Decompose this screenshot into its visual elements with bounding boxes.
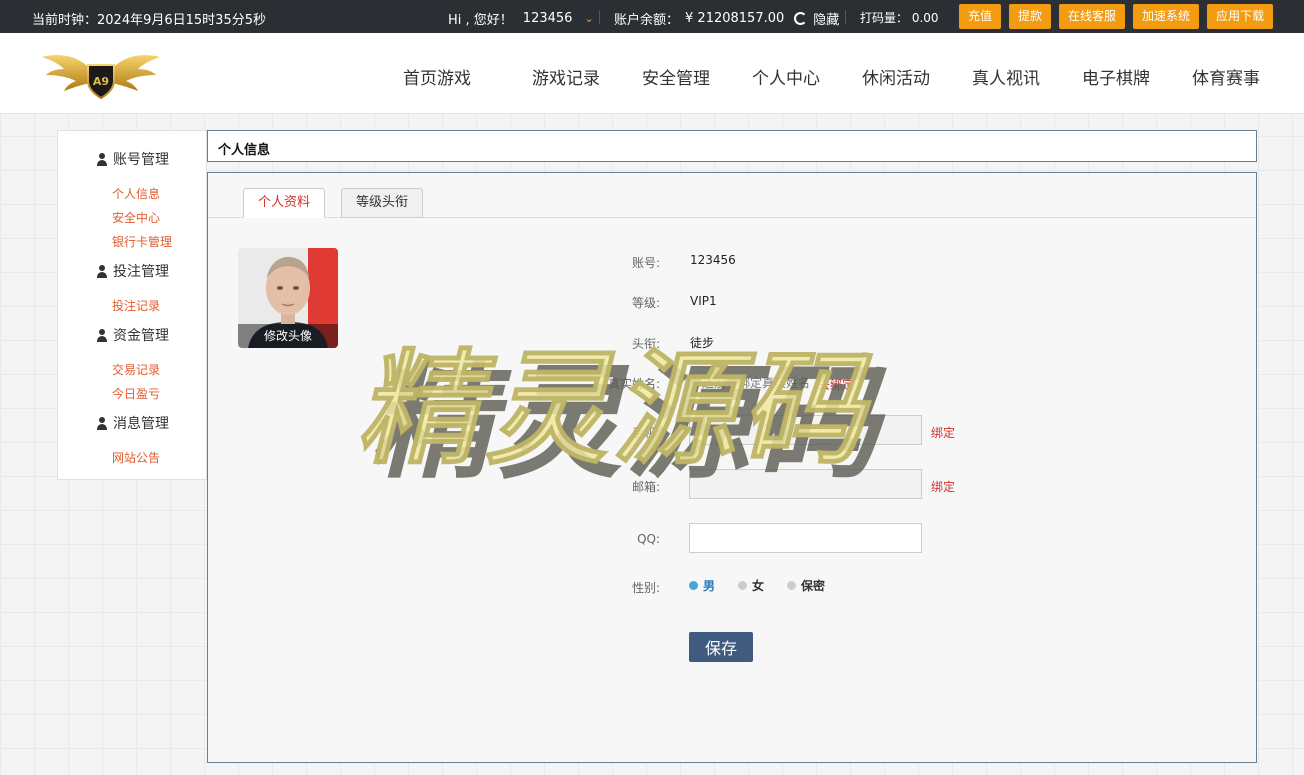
- sidebar-item-personal-info[interactable]: 个人信息: [112, 185, 160, 202]
- accelerate-button[interactable]: 加速系统: [1133, 4, 1200, 29]
- sidebar-group-betting: 投注管理: [96, 261, 169, 281]
- sidebar-item-transactions[interactable]: 交易记录: [112, 361, 160, 378]
- chevron-down-icon[interactable]: ⌄: [584, 12, 593, 25]
- online-service-button[interactable]: 在线客服: [1059, 4, 1126, 29]
- gender-radio-male[interactable]: 男: [689, 577, 715, 594]
- section-title-bar: 个人信息: [207, 130, 1257, 162]
- phone-label: 手机:: [631, 426, 660, 440]
- top-actions: 充值 提款 在线客服 加速系统 应用下载: [959, 4, 1274, 29]
- nav-sports[interactable]: 体育赛事: [1192, 64, 1260, 89]
- current-clock: 当前时钟：2024年9月6日15时35分5秒: [32, 13, 266, 28]
- user-greeting[interactable]: Hi , 您好！ 123456 ⌄: [448, 9, 594, 28]
- balance-value: ¥ 21208157.00: [685, 11, 785, 26]
- sidebar-group-title: 资金管理: [113, 328, 169, 344]
- greeting-text: Hi , 您好！: [448, 13, 513, 28]
- tab-level-title[interactable]: 等级头衔: [341, 188, 424, 218]
- gender-option-label: 男: [703, 579, 716, 593]
- divider: [845, 10, 846, 24]
- phone-field[interactable]: [689, 415, 922, 445]
- sidebar-group-messages: 消息管理: [96, 413, 169, 433]
- hide-balance-toggle[interactable]: 隐藏: [813, 9, 839, 28]
- user-icon: [96, 264, 108, 278]
- gender-radio-secret[interactable]: 保密: [787, 577, 825, 594]
- nav-live-video[interactable]: 真人视讯: [972, 64, 1040, 89]
- bet-label: 打码量：: [860, 11, 909, 25]
- title-value: 徒步: [690, 336, 715, 350]
- refresh-icon[interactable]: [794, 12, 808, 25]
- change-avatar-button[interactable]: 修改头像: [238, 324, 338, 348]
- sidebar-item-security-center[interactable]: 安全中心: [112, 209, 160, 226]
- user-icon: [96, 416, 108, 430]
- email-label: 邮箱:: [631, 480, 660, 494]
- user-icon: [96, 328, 108, 342]
- email-field[interactable]: [689, 469, 922, 499]
- realname-label: 真实姓名:: [607, 377, 660, 391]
- nav-home-games[interactable]: 首页游戏: [403, 64, 471, 89]
- radio-dot-icon: [689, 581, 698, 590]
- radio-dot-icon: [787, 581, 796, 590]
- account-value: 123456: [690, 253, 736, 267]
- account-balance: 账户余额： ¥ 21208157.00 隐藏: [614, 9, 839, 28]
- sidebar-group-account: 账号管理: [96, 149, 169, 169]
- gender-option-label: 保密: [801, 579, 826, 593]
- qq-label: QQ:: [637, 532, 660, 546]
- title-label: 头衔:: [631, 337, 660, 351]
- sidebar: 账号管理 个人信息 安全中心 银行卡管理 投注管理 投注记录 资金管理 交易记录…: [57, 130, 207, 480]
- withdraw-button[interactable]: 提款: [1009, 4, 1052, 29]
- bind-phone-link[interactable]: 绑定: [931, 424, 955, 441]
- nav-game-records[interactable]: 游戏记录: [532, 64, 600, 89]
- bind-realname-link[interactable]: 去绑定: [818, 376, 854, 393]
- nav-leisure-activities[interactable]: 休闲活动: [862, 64, 930, 89]
- gender-radio-female[interactable]: 女: [738, 577, 764, 594]
- username: 123456: [522, 11, 573, 26]
- divider: [599, 10, 600, 24]
- bind-email-link[interactable]: 绑定: [931, 478, 955, 495]
- save-button[interactable]: 保存: [689, 632, 753, 662]
- avatar[interactable]: 修改头像: [238, 248, 338, 348]
- sidebar-group-funds: 资金管理: [96, 325, 169, 345]
- sidebar-group-title: 账号管理: [113, 152, 169, 168]
- bet-value: 0.00: [911, 11, 939, 25]
- top-bar: 当前时钟：2024年9月6日15时35分5秒 Hi , 您好！ 123456 ⌄…: [0, 0, 1304, 33]
- gender-label: 性别:: [631, 581, 660, 595]
- sidebar-item-bet-records[interactable]: 投注记录: [112, 297, 160, 314]
- sidebar-item-today-pnl[interactable]: 今日盈亏: [112, 385, 160, 402]
- sidebar-item-announcements[interactable]: 网站公告: [112, 449, 160, 466]
- gender-option-label: 女: [752, 579, 765, 593]
- app-download-button[interactable]: 应用下载: [1207, 4, 1274, 29]
- level-label: 等级:: [631, 296, 660, 310]
- sidebar-group-title: 投注管理: [113, 264, 169, 280]
- tab-personal-profile[interactable]: 个人资料: [243, 188, 326, 218]
- header: A9 首页游戏 游戏记录 安全管理 个人中心 休闲活动 真人视讯 电子棋牌 体育…: [0, 33, 1304, 114]
- radio-dot-icon: [738, 581, 747, 590]
- sidebar-group-title: 消息管理: [113, 416, 169, 432]
- bet-amount: 打码量： 0.00: [860, 9, 939, 26]
- profile-panel: 个人资料 等级头衔 修改头像 账号: 123456 等级: VIP1 头衔: 徒…: [207, 172, 1257, 763]
- nav-security[interactable]: 安全管理: [642, 64, 710, 89]
- account-label: 账号:: [631, 256, 660, 270]
- page-title: 个人信息: [218, 143, 271, 158]
- nav-personal-center[interactable]: 个人中心: [752, 64, 820, 89]
- qq-field[interactable]: [689, 523, 922, 553]
- balance-label: 账户余额：: [614, 13, 680, 28]
- nav-chess-cards[interactable]: 电子棋牌: [1082, 64, 1150, 89]
- sidebar-item-bank-cards[interactable]: 银行卡管理: [112, 233, 172, 250]
- main-nav: 首页游戏 游戏记录 安全管理 个人中心 休闲活动 真人视讯 电子棋牌 体育赛事: [0, 64, 1304, 89]
- level-value: VIP1: [690, 294, 717, 308]
- user-icon: [96, 152, 108, 166]
- realname-value: 你还没有绑定真实姓名: [690, 376, 811, 390]
- deposit-button[interactable]: 充值: [959, 4, 1002, 29]
